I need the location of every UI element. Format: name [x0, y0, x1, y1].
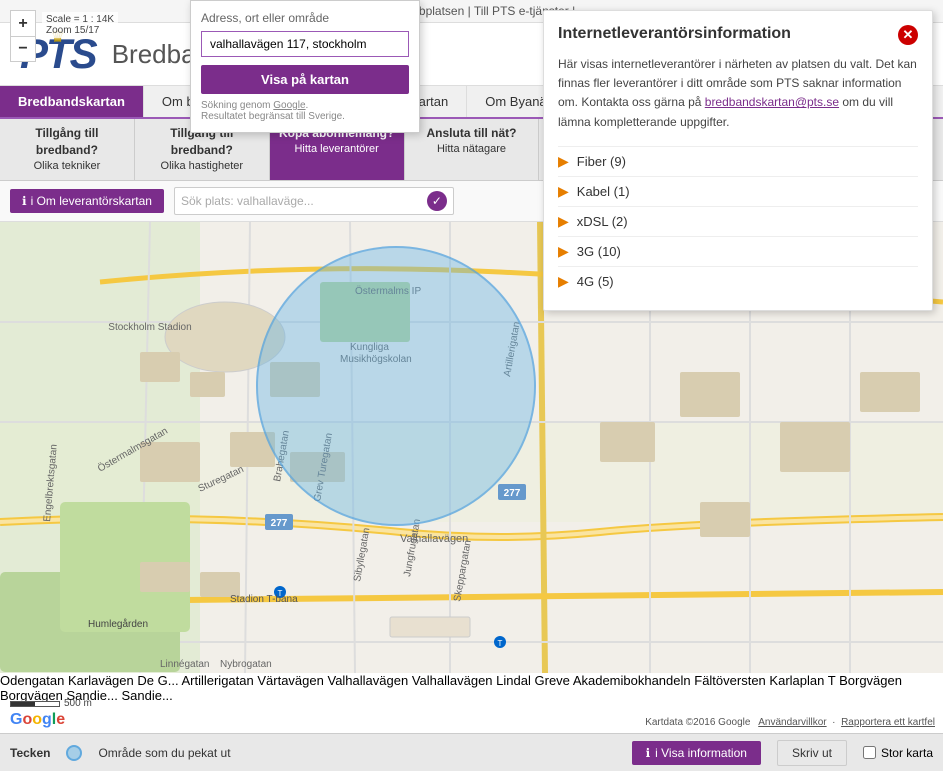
info-popup-close-button[interactable]: ✕ [898, 25, 918, 45]
search-box: ✓ [174, 187, 454, 215]
info-popup: Internetleverantörsinformation ✕ Här vis… [543, 10, 933, 311]
tech-arrow-3g: ▶ [558, 243, 569, 260]
svg-text:Jungfrugatan: Jungfrugatan [402, 518, 423, 577]
scale-bar-label: 500 m [64, 698, 92, 709]
google-link[interactable]: Google [273, 100, 305, 111]
zoom-controls: + − [10, 10, 36, 62]
info-popup-title: Internetleverantörsinformation [558, 25, 898, 43]
tech-arrow-kabel: ▶ [558, 183, 569, 200]
sub-natagare[interactable]: Ansluta till nät? Hitta nätagare [405, 119, 540, 180]
svg-text:Artillerigatan: Artillerigatan [502, 321, 522, 378]
bottom-bar: Tecken Område som du pekat ut ℹ i Visa i… [0, 733, 943, 771]
stor-karta-label[interactable]: Stor karta [881, 746, 933, 760]
svg-text:Sibyllegatan: Sibyllegatan [352, 527, 372, 583]
tech-3g-label: 3G (10) [577, 244, 621, 259]
search-popup-input[interactable] [201, 31, 409, 57]
nav-bredbandskartan[interactable]: Bredbandskartan [0, 86, 144, 117]
tech-fiber[interactable]: ▶ Fiber (9) [558, 146, 918, 176]
tech-arrow-fiber: ▶ [558, 153, 569, 170]
svg-text:Skeppargatan: Skeppargatan [452, 539, 474, 602]
kartdata-text: Kartdata ©2016 Google [645, 717, 750, 728]
search-popup: Adress, ort eller område Visa på kartan … [190, 0, 420, 133]
anvandarvillkor-link[interactable]: Användarvillkor [758, 717, 826, 728]
tech-xdsl-label: xDSL (2) [577, 214, 628, 229]
stor-karta-checkbox[interactable] [863, 746, 876, 759]
tech-4g[interactable]: ▶ 4G (5) [558, 266, 918, 296]
svg-text:Kungliga: Kungliga [350, 342, 389, 353]
info-popup-text: Här visas internetleverantörer i närhete… [558, 55, 918, 132]
stor-karta-area[interactable]: Stor karta [863, 746, 933, 760]
svg-text:Humlegården: Humlegården [88, 618, 148, 630]
search-input[interactable] [181, 194, 423, 208]
tech-4g-label: 4G (5) [577, 274, 614, 289]
rapportera-link[interactable]: Rapportera ett kartfel [841, 717, 935, 728]
svg-text:Linnégatan: Linnégatan [160, 659, 210, 670]
tech-3g[interactable]: ▶ 3G (10) [558, 236, 918, 266]
tech-arrow-xdsl: ▶ [558, 213, 569, 230]
svg-text:Stockholm Stadion: Stockholm Stadion [108, 322, 191, 333]
skriv-ut-button[interactable]: Skriv ut [777, 740, 847, 766]
svg-text:T: T [498, 639, 503, 648]
visa-pa-kartan-button[interactable]: Visa på kartan [201, 65, 409, 94]
svg-text:Östermalms IP: Östermalms IP [355, 285, 421, 297]
info-popup-header: Internetleverantörsinformation ✕ [558, 25, 918, 45]
zoom-out-button[interactable]: − [10, 36, 36, 62]
email-link[interactable]: bredbandskartan@pts.se [705, 95, 839, 109]
search-button[interactable]: ✓ [427, 191, 447, 211]
google-logo: Google [10, 711, 65, 729]
svg-text:Nybrogatan: Nybrogatan [220, 659, 272, 670]
svg-text:277: 277 [271, 518, 288, 529]
search-popup-footer: Sökning genom Google. Resultatet begräns… [201, 100, 409, 122]
svg-text:Stadion T-bana: Stadion T-bana [230, 594, 298, 605]
scale-info: Scale = 1 : 14K Zoom 15/17 [42, 12, 118, 38]
map-attribution: Kartdata ©2016 Google Användarvillkor · … [641, 716, 939, 729]
legend-label: Tecken [10, 746, 50, 760]
zoom-in-button[interactable]: + [10, 10, 36, 36]
legend-text: Område som du pekat ut [98, 746, 230, 760]
tech-kabel-label: Kabel (1) [577, 184, 630, 199]
visa-information-button[interactable]: ℹ i Visa information [632, 741, 761, 765]
tech-arrow-4g: ▶ [558, 273, 569, 290]
tech-fiber-label: Fiber (9) [577, 154, 626, 169]
info-icon-bottom: ℹ [646, 746, 651, 760]
tech-kabel[interactable]: ▶ Kabel (1) [558, 176, 918, 206]
info-icon: ℹ [22, 194, 27, 208]
sub-tekniker[interactable]: Tillgång till bredband? Olika tekniker [0, 119, 135, 180]
tech-xdsl[interactable]: ▶ xDSL (2) [558, 206, 918, 236]
search-popup-title: Adress, ort eller område [201, 11, 409, 25]
legend-circle [66, 745, 82, 761]
svg-text:Musikhögskolan: Musikhögskolan [340, 354, 412, 365]
info-leverantorskartan-button[interactable]: ℹ i Om leverantörskartan [10, 189, 164, 213]
svg-text:277: 277 [504, 488, 521, 499]
